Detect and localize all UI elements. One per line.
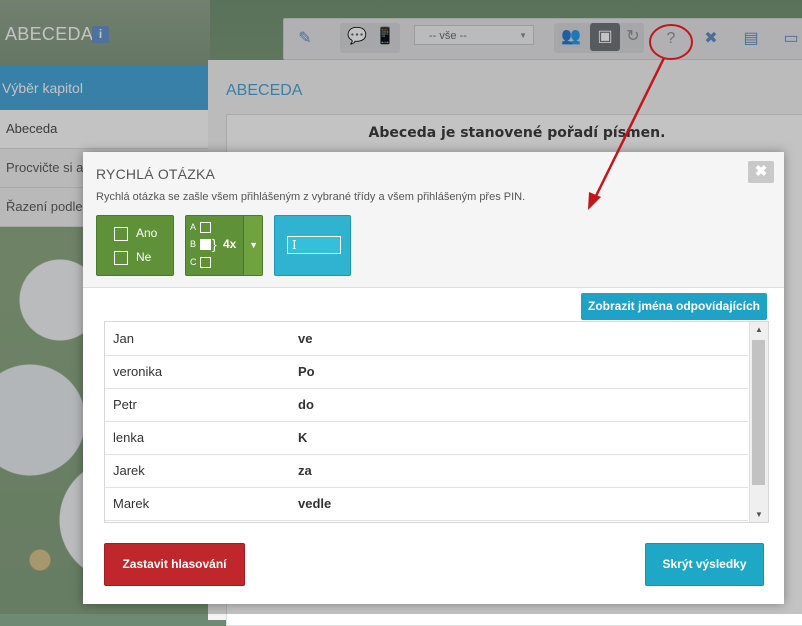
annotation-overlay [588,24,693,210]
annotation-arrow-line [592,57,666,201]
annotation-arrowhead [588,192,601,210]
annotation-circle [649,24,693,60]
